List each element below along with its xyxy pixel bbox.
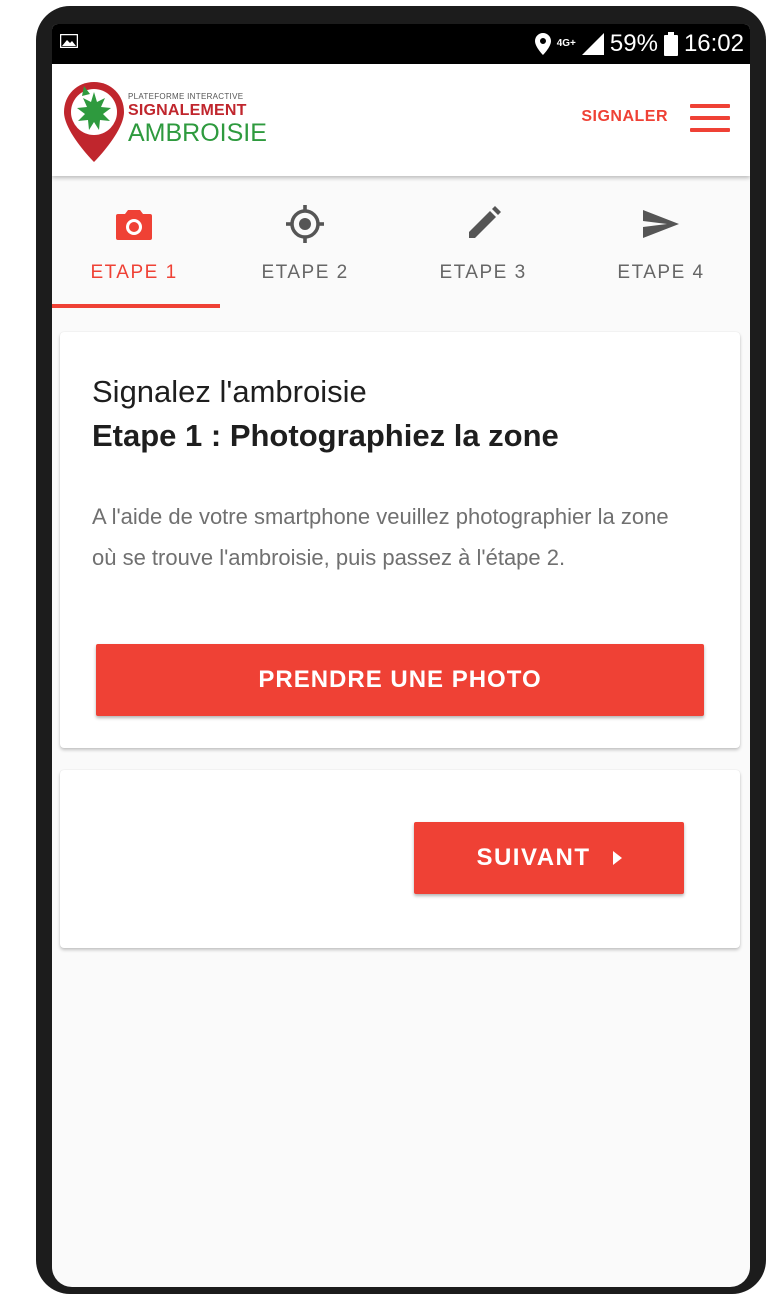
battery-icon: [663, 32, 678, 56]
send-icon: [643, 210, 679, 238]
signaler-link[interactable]: SIGNALER: [581, 108, 668, 126]
tab-label: ETAPE 4: [617, 262, 705, 283]
tab-label: ETAPE 2: [261, 262, 349, 283]
network-type: 4G+: [556, 38, 576, 49]
card-instructions: A l'aide de votre smartphone veuillez ph…: [92, 504, 669, 570]
status-bar: 4G+ 59% 16:02: [52, 24, 750, 64]
app-header: PLATEFORME INTERACTIVE SIGNALEMENT AMBRO…: [52, 64, 750, 176]
clock: 16:02: [683, 30, 744, 57]
tab-etape-2[interactable]: ETAPE 2: [216, 176, 394, 308]
active-tab-indicator: [52, 304, 220, 308]
phone-frame: 4G+ 59% 16:02 PLATEFORME INTERACTIVE SIG…: [36, 6, 766, 1294]
next-button[interactable]: SUIVANT: [414, 822, 684, 894]
app-screen: 4G+ 59% 16:02 PLATEFORME INTERACTIVE SIG…: [52, 24, 750, 1287]
step-card: Signalez l'ambroisie Etape 1 : Photograp…: [60, 332, 740, 748]
caret-right-icon: [612, 851, 622, 865]
hamburger-menu-icon[interactable]: [690, 104, 730, 134]
signal-icon: [581, 33, 604, 55]
navigation-card: SUIVANT: [60, 770, 740, 948]
card-title: Signalez l'ambroisie: [92, 374, 367, 409]
tab-etape-1[interactable]: ETAPE 1: [52, 176, 216, 308]
tab-label: ETAPE 1: [90, 262, 178, 283]
logo-line-2: SIGNALEMENT: [128, 102, 247, 119]
tab-etape-4[interactable]: ETAPE 4: [572, 176, 750, 308]
logo-wordmark: PLATEFORME INTERACTIVE SIGNALEMENT AMBRO…: [128, 92, 267, 146]
pencil-icon: [469, 206, 502, 238]
logo-line-1: PLATEFORME INTERACTIVE: [128, 92, 244, 101]
battery-percent: 59%: [609, 30, 658, 57]
camera-icon: [116, 210, 153, 240]
tab-label: ETAPE 3: [439, 262, 527, 283]
card-subtitle: Etape 1 : Photographiez la zone: [92, 418, 559, 453]
tab-etape-3[interactable]: ETAPE 3: [394, 176, 572, 308]
step-tabs: ETAPE 1 ETAPE 2 ETAPE 3 ETAPE 4: [52, 176, 750, 308]
location-icon: [534, 33, 551, 55]
take-photo-button[interactable]: PRENDRE UNE PHOTO: [96, 644, 704, 716]
next-button-label: SUIVANT: [476, 844, 591, 871]
ambroisie-logo-icon[interactable]: [62, 80, 126, 164]
logo-line-3: AMBROISIE: [128, 119, 267, 147]
gps-target-icon: [286, 205, 325, 243]
image-notification-icon: [60, 34, 78, 48]
